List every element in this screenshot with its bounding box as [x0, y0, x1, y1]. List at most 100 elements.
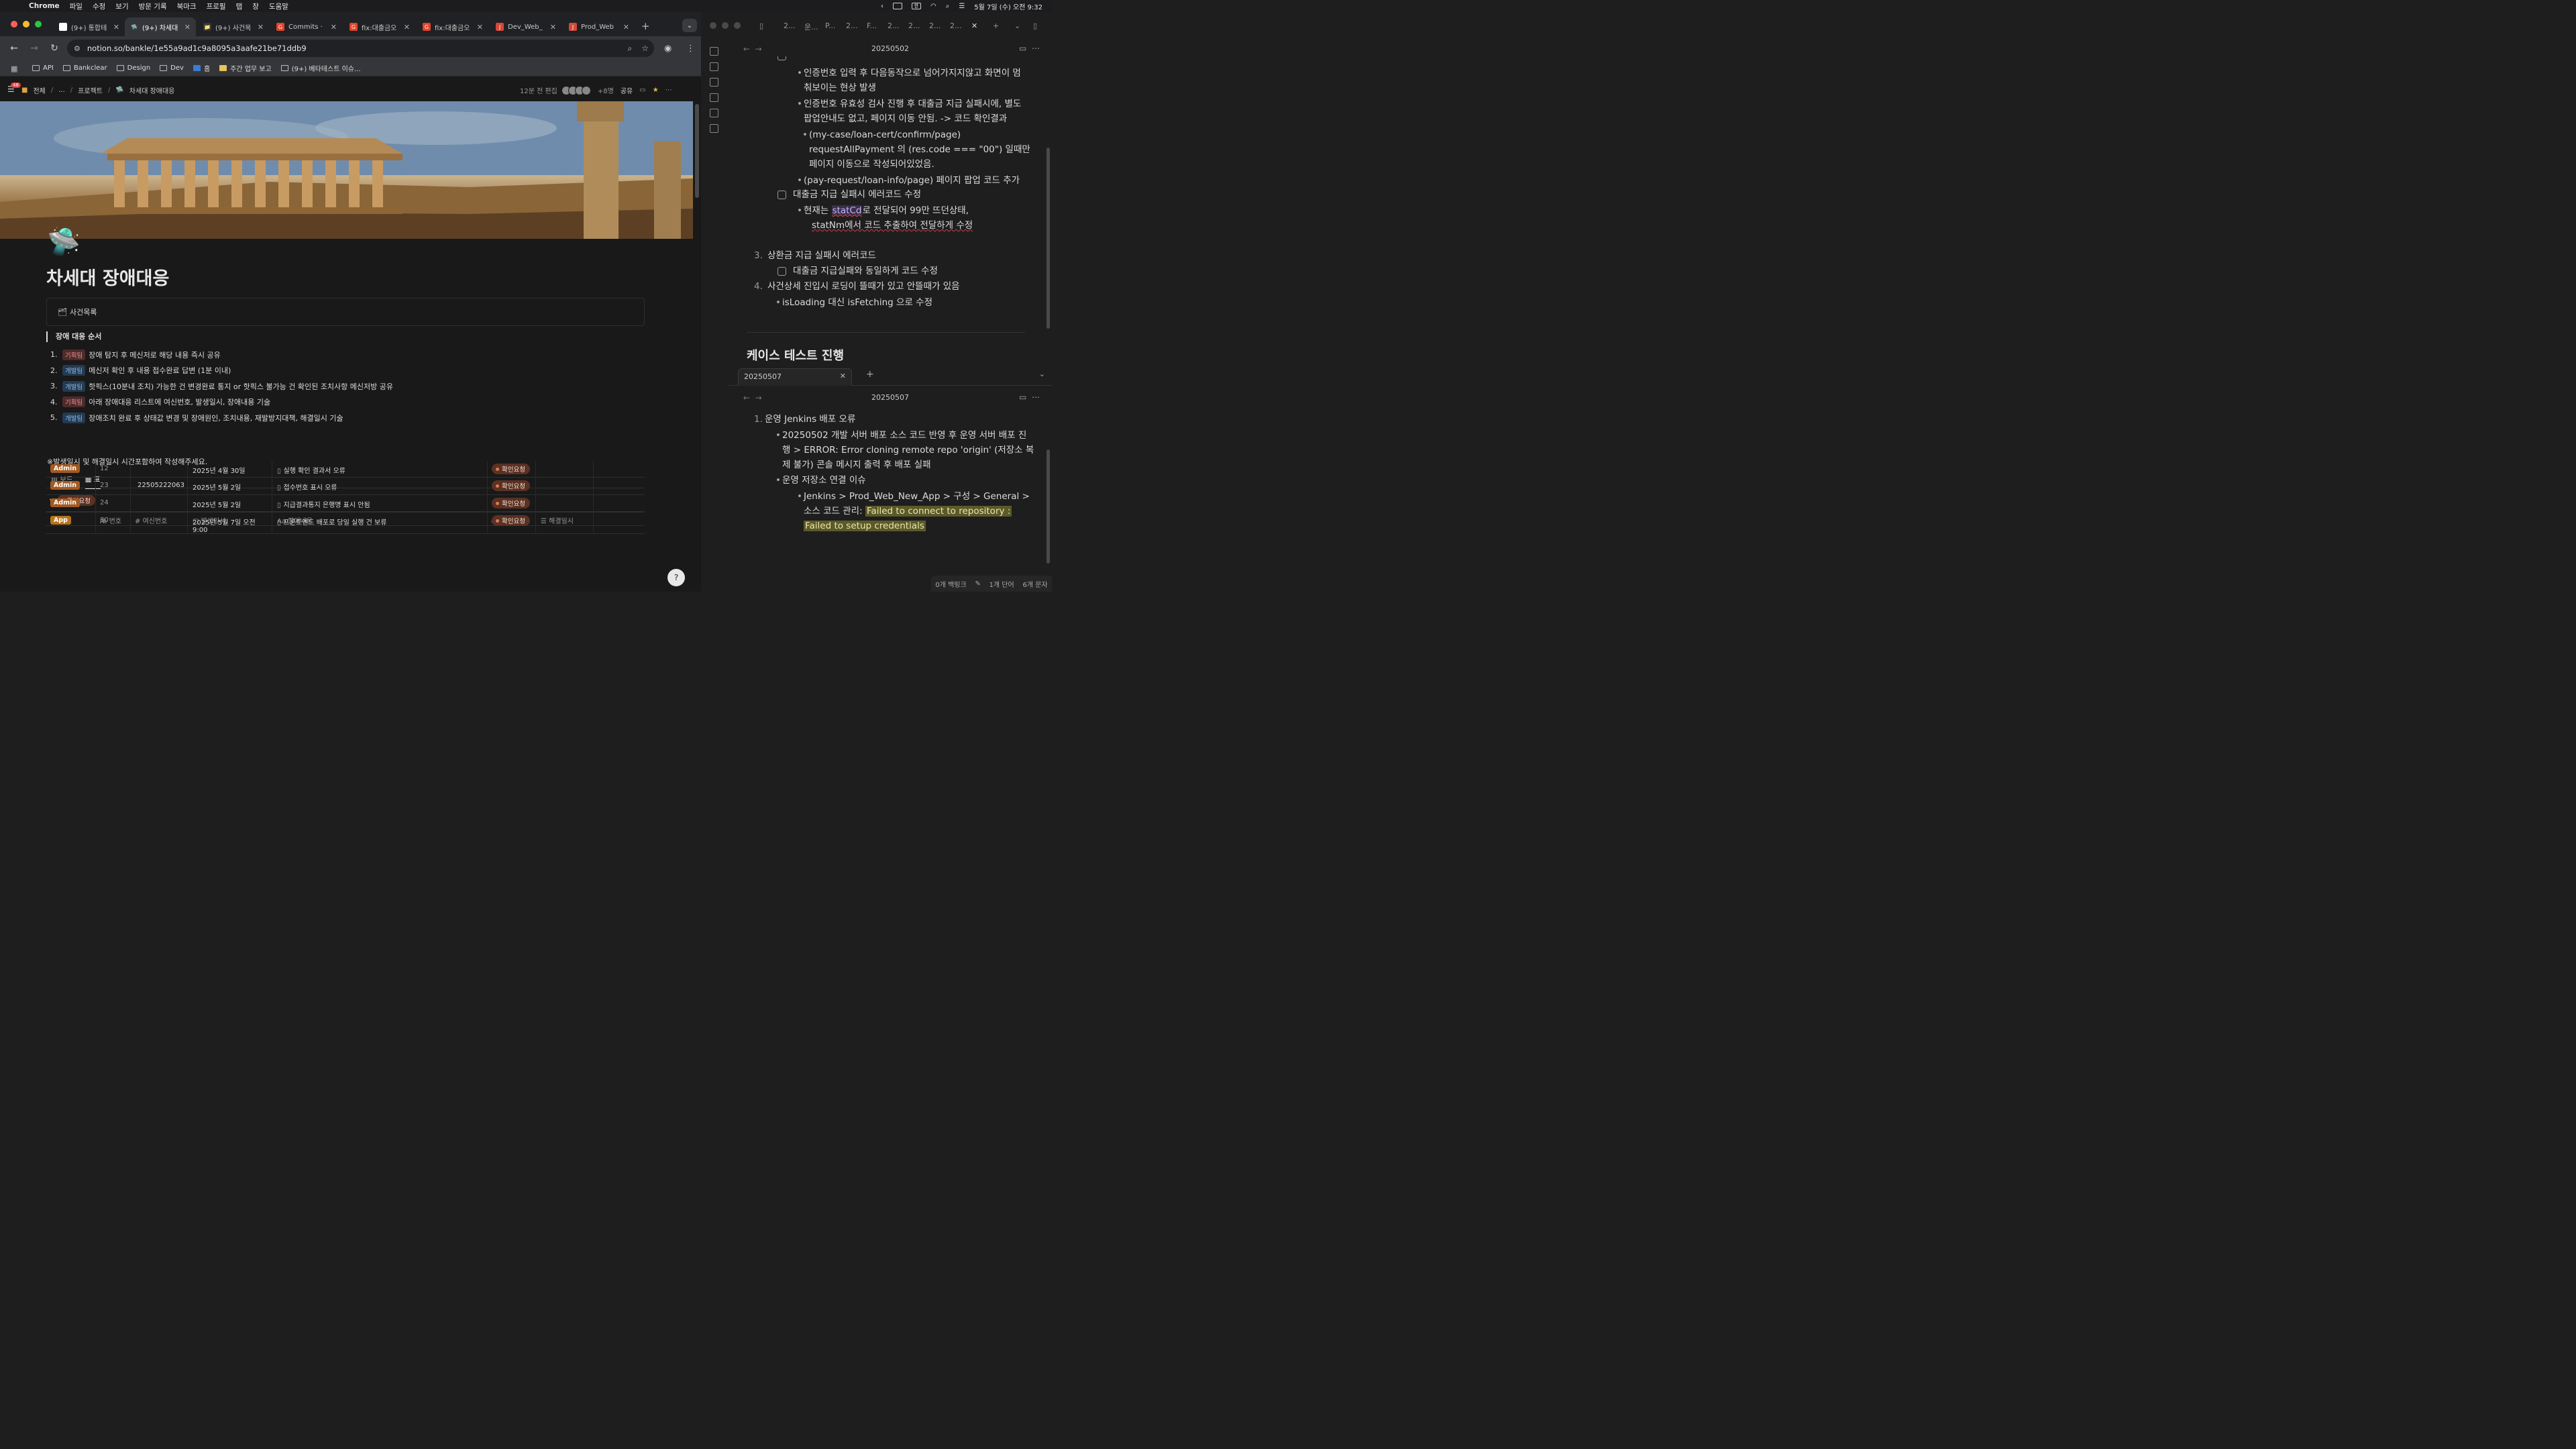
status-badge[interactable]: 확인요청: [492, 498, 530, 508]
table-row[interactable]: App 30 2025년 5월 7일 오전 9:00 ▯ 프론트엔드 배포로 당일 실행 …: [46, 513, 645, 534]
notes-tab[interactable]: P...: [825, 21, 835, 30]
input-method-icon[interactable]: 한: [911, 3, 921, 9]
close-tab-icon[interactable]: ✕: [113, 23, 119, 32]
new-tab-button[interactable]: +: [641, 20, 650, 32]
control-center-icon[interactable]: ☰: [959, 3, 965, 10]
table-row[interactable]: Admin 12 2025년 4월 30일 ▯ 실행 확인 결과서 오류 확인요청: [46, 461, 645, 478]
status-badge[interactable]: 확인요청: [492, 515, 530, 526]
url-text[interactable]: notion.so/bankle/1e55a9ad1c9a8095a3aafe2…: [87, 44, 307, 53]
bookmark-beta-issues[interactable]: (9+) 베타테스트 이슈...: [280, 63, 361, 73]
notes-tab[interactable]: 2...: [846, 21, 858, 30]
note-body[interactable]: 1. 운영 Jenkins 배포 오류 20250502 개발 서버 배포 소스…: [729, 389, 1052, 592]
more-options-icon[interactable]: ⋯: [665, 87, 672, 94]
status-badge[interactable]: 확인요청: [492, 464, 530, 474]
menu-tab[interactable]: 탭: [236, 1, 243, 11]
menu-bookmarks[interactable]: 북마크: [177, 1, 197, 11]
category-tag[interactable]: App: [50, 516, 71, 525]
browser-tab[interactable]: J Dev_Web_ ✕: [490, 17, 561, 36]
notes-tab[interactable]: 2...: [888, 21, 900, 30]
help-button[interactable]: ?: [667, 569, 685, 586]
new-tab-icon[interactable]: +: [993, 21, 999, 30]
new-tab-icon[interactable]: +: [866, 369, 874, 380]
chevron-left-icon[interactable]: ‹: [881, 3, 883, 10]
close-tab-icon[interactable]: ✕: [184, 23, 191, 32]
share-button[interactable]: 공유: [621, 85, 633, 95]
checkbox[interactable]: [777, 267, 786, 276]
occurred-at-time[interactable]: 9:00: [193, 527, 207, 534]
close-tab-icon[interactable]: ✕: [971, 21, 977, 30]
member-avatars[interactable]: [561, 85, 591, 95]
bookmark-api[interactable]: API: [32, 64, 54, 72]
loan-number[interactable]: 22505222063: [138, 482, 184, 489]
address-bar[interactable]: ⚙ notion.so/bankle/1e55a9ad1c9a8095a3aaf…: [67, 40, 654, 57]
bookmark-weekly-report[interactable]: 주간 업무 보고: [219, 63, 272, 73]
minimize-window-button[interactable]: [23, 21, 30, 28]
favorite-star-icon[interactable]: ★: [653, 87, 659, 94]
close-tab-icon[interactable]: ✕: [550, 23, 556, 32]
notes-tab[interactable]: 2...: [784, 21, 796, 30]
search-icon[interactable]: ⌕: [946, 3, 950, 10]
edit-mode-icon[interactable]: ✎: [975, 580, 980, 588]
menu-view[interactable]: 보기: [115, 1, 128, 11]
close-tab-icon[interactable]: ✕: [477, 23, 483, 32]
tab-list-icon[interactable]: ⌄: [1039, 370, 1045, 378]
occurred-at[interactable]: 2025년 5월 2일: [193, 482, 241, 492]
issue-title[interactable]: ▯ 실행 확인 결과서 오류: [277, 465, 345, 475]
browser-menu-icon[interactable]: ⋮: [686, 44, 695, 54]
open-file-icon[interactable]: [710, 47, 718, 56]
breadcrumb-item[interactable]: 차세대 장애대응: [129, 85, 175, 95]
occurred-at[interactable]: 2025년 5월 2일: [193, 499, 241, 509]
notes-tab[interactable]: F...: [867, 21, 877, 30]
notes-tab[interactable]: 2...: [950, 21, 962, 30]
close-window-button[interactable]: [710, 22, 716, 29]
bookmark-bankclear[interactable]: Bankclear: [62, 64, 107, 72]
zoom-window-button[interactable]: [35, 21, 42, 28]
menu-edit[interactable]: 수정: [93, 1, 105, 11]
notes-tab[interactable]: 운...: [804, 21, 818, 32]
issue-title[interactable]: ▯ 지급결과통지 은행명 표시 안됨: [277, 499, 370, 509]
step-item[interactable]: 2. 개발팀 메신저 확인 후 내용 접수완료 답변 (1분 이내): [50, 363, 654, 379]
menu-profile[interactable]: 프로필: [207, 1, 226, 11]
sidebar-toggle-icon[interactable]: ▯: [759, 21, 763, 30]
bookmark-home[interactable]: 홈: [193, 63, 210, 73]
menu-app-name[interactable]: Chrome: [29, 2, 60, 10]
pane-scrollbar[interactable]: [1046, 148, 1050, 329]
occurred-at[interactable]: 2025년 4월 30일: [193, 465, 246, 475]
copy-icon[interactable]: [710, 109, 718, 117]
close-tab-icon[interactable]: ✕: [623, 23, 629, 32]
backlinks-count[interactable]: 0개 백링크: [935, 579, 966, 589]
browser-tab[interactable]: 🛸 (9+) 차세대 ✕: [125, 17, 196, 36]
reload-icon[interactable]: ↻: [48, 43, 60, 54]
category-tag[interactable]: Admin: [50, 481, 80, 490]
linked-page-title[interactable]: 사건목록: [70, 307, 97, 317]
ufo-page-icon[interactable]: 🛸: [47, 226, 80, 258]
notes-tab[interactable]: 2...: [908, 21, 920, 30]
menu-help[interactable]: 도움말: [269, 1, 288, 11]
wifi-icon[interactable]: ◠: [930, 3, 936, 10]
menu-window[interactable]: 창: [252, 1, 259, 11]
bookmark-dev[interactable]: Dev: [160, 64, 184, 72]
issue-title[interactable]: ▯ 접수번호 표시 오류: [277, 482, 337, 492]
page-scrollbar[interactable]: [695, 104, 699, 198]
calendar-icon[interactable]: [710, 62, 718, 71]
status-badge[interactable]: 확인요청: [492, 480, 530, 491]
zoom-icon[interactable]: ⌕: [628, 44, 633, 54]
checkbox[interactable]: [777, 191, 786, 199]
cover-image[interactable]: [0, 101, 693, 239]
members-count[interactable]: +8명: [598, 85, 614, 95]
menu-history[interactable]: 방문 기록: [139, 1, 167, 11]
close-window-button[interactable]: [11, 21, 17, 28]
note-body[interactable]: 인증번호 입력 후 다음동작으로 넘어가지지않고 화면이 멈 춰보이는 현상 발…: [729, 40, 1052, 366]
close-tab-icon[interactable]: ✕: [840, 372, 846, 380]
browser-tab[interactable]: 📁 (9+) 사건목 ✕: [198, 17, 269, 36]
back-icon[interactable]: ←: [8, 43, 20, 54]
graph-icon[interactable]: [710, 78, 718, 87]
close-tab-icon[interactable]: ✕: [258, 23, 264, 32]
notes-tab[interactable]: 2...: [929, 21, 941, 30]
apps-grid-icon[interactable]: ▦: [11, 64, 19, 73]
close-tab-icon[interactable]: ✕: [404, 23, 410, 32]
step-item[interactable]: 1. 기획팀 장애 탐지 후 메신저로 해당 내용 즉시 공유: [50, 347, 654, 363]
comment-icon[interactable]: ▭: [639, 87, 645, 94]
menu-file[interactable]: 파일: [70, 1, 83, 11]
breadcrumb-item[interactable]: 전체: [33, 85, 45, 95]
